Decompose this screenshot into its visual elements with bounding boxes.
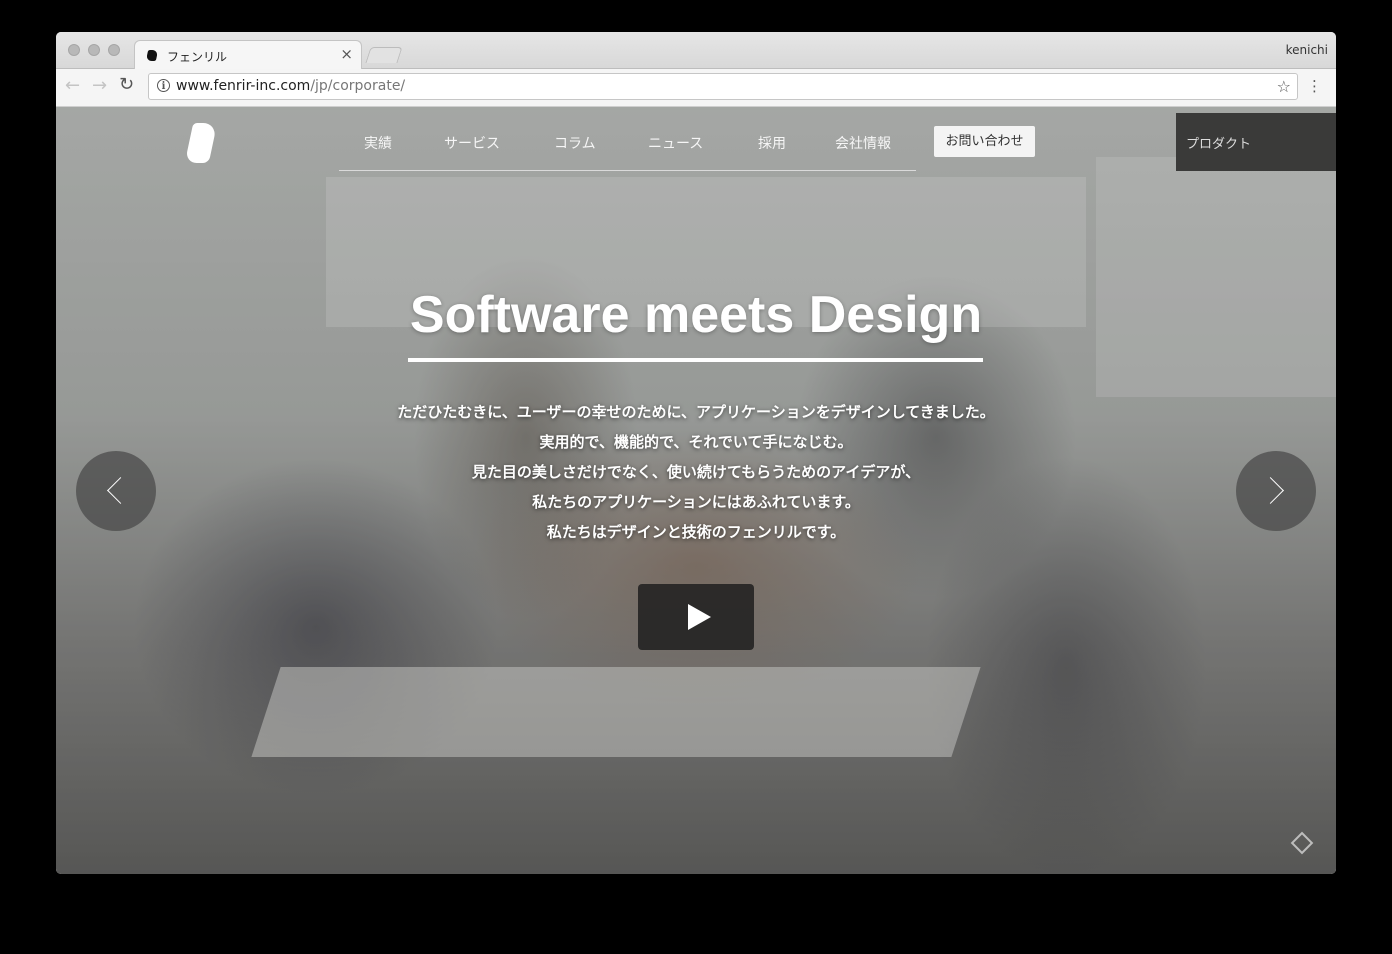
- new-tab-button[interactable]: [365, 47, 403, 63]
- play-icon: [688, 604, 711, 630]
- product-menu-label: プロダクト: [1186, 137, 1252, 152]
- forward-arrow-icon[interactable]: →: [92, 75, 107, 97]
- tab-close-icon[interactable]: ×: [340, 45, 353, 63]
- chevron-right-icon: [1257, 477, 1284, 504]
- product-menu[interactable]: プロダクト: [1176, 113, 1336, 171]
- nav-divider: [339, 170, 916, 171]
- url-path: /jp/corporate/: [310, 78, 406, 94]
- slider-next-button[interactable]: [1236, 451, 1316, 531]
- hero-copy-line: 私たちはデザインと技術のフェンリルです。: [546, 523, 846, 541]
- hero-copy-line: ただひたむきに、ユーザーの幸せのために、アプリケーションをデザインしてきました。: [397, 403, 995, 421]
- nav-item-company[interactable]: 会社情報: [835, 133, 891, 153]
- browser-window: フェンリル × kenichi ← → ↻ i www.fenrir-inc.c…: [56, 32, 1336, 874]
- hero-headline: Software meets Design: [409, 286, 983, 344]
- nav-item-news[interactable]: ニュース: [648, 133, 703, 153]
- global-nav: 実績 サービス コラム ニュース 採用 会社情報 お問い合わせ プロダクト: [56, 107, 1336, 171]
- slider-prev-button[interactable]: [76, 451, 156, 531]
- nav-item-column[interactable]: コラム: [554, 133, 596, 153]
- url-text[interactable]: www.fenrir-inc.com/jp/corporate/: [176, 78, 405, 94]
- favicon-icon: [145, 50, 159, 61]
- hero-copy: ただひたむきに、ユーザーの幸せのために、アプリケーションをデザインしてきました。…: [56, 397, 1336, 547]
- nav-item-services[interactable]: サービス: [444, 133, 500, 153]
- tab-title: フェンリル: [167, 50, 228, 64]
- chevron-left-icon: [107, 477, 134, 504]
- zoom-window-button[interactable]: [108, 44, 120, 56]
- info-icon[interactable]: i: [157, 79, 170, 92]
- headline-underline: [408, 358, 983, 362]
- hero-section: 実績 サービス コラム ニュース 採用 会社情報 お問い合わせ プロダクト So…: [56, 107, 1336, 874]
- close-window-button[interactable]: [68, 44, 80, 56]
- hero-copy-line: 実用的で、機能的で、それでいて手になじむ。: [539, 433, 853, 451]
- nav-item-recruit[interactable]: 採用: [758, 133, 786, 153]
- tab-bar: フェンリル × kenichi: [56, 32, 1336, 70]
- address-bar[interactable]: i www.fenrir-inc.com/jp/corporate/ ☆: [148, 73, 1298, 100]
- profile-name[interactable]: kenichi: [1286, 43, 1328, 57]
- browser-menu-icon[interactable]: ⋮: [1307, 75, 1322, 97]
- browser-toolbar: ← → ↻ i www.fenrir-inc.com/jp/corporate/…: [56, 69, 1336, 107]
- bookmark-star-icon[interactable]: ☆: [1277, 77, 1291, 96]
- play-video-button[interactable]: [638, 584, 754, 650]
- back-arrow-icon[interactable]: ←: [65, 75, 80, 97]
- nav-item-works[interactable]: 実績: [364, 133, 392, 153]
- hero-copy-line: 見た目の美しさだけでなく、使い続けてもらうためのアイデアが、: [471, 463, 921, 481]
- browser-tab[interactable]: フェンリル ×: [134, 40, 362, 70]
- hero-copy-line: 私たちのアプリケーションにはあふれています。: [532, 493, 860, 511]
- fenrir-logo-icon[interactable]: [184, 123, 218, 163]
- reload-icon[interactable]: ↻: [119, 74, 134, 96]
- url-host: www.fenrir-inc.com: [176, 78, 311, 94]
- minimize-window-button[interactable]: [88, 44, 100, 56]
- contact-button[interactable]: お問い合わせ: [934, 126, 1035, 157]
